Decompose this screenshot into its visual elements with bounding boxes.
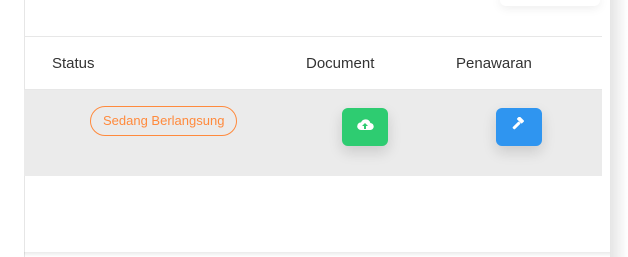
cloud-upload-icon [356, 118, 374, 137]
card-bottom-shadow [24, 252, 610, 257]
card-right-shadow [610, 0, 628, 257]
gavel-icon [510, 116, 528, 138]
auction-table: Status Document Penawaran Sedang Berlang… [24, 36, 602, 176]
offer-bid-button[interactable] [496, 108, 542, 146]
table-header: Status Document Penawaran [24, 36, 602, 90]
document-upload-button[interactable] [342, 108, 388, 146]
top-dropdown-shadow [500, 0, 600, 6]
status-column-header: Status [52, 55, 95, 72]
offer-column-header: Penawaran [456, 55, 532, 72]
table-row: Sedang Berlangsung [24, 90, 602, 176]
status-badge: Sedang Berlangsung [90, 106, 238, 136]
document-column-header: Document [306, 55, 375, 72]
